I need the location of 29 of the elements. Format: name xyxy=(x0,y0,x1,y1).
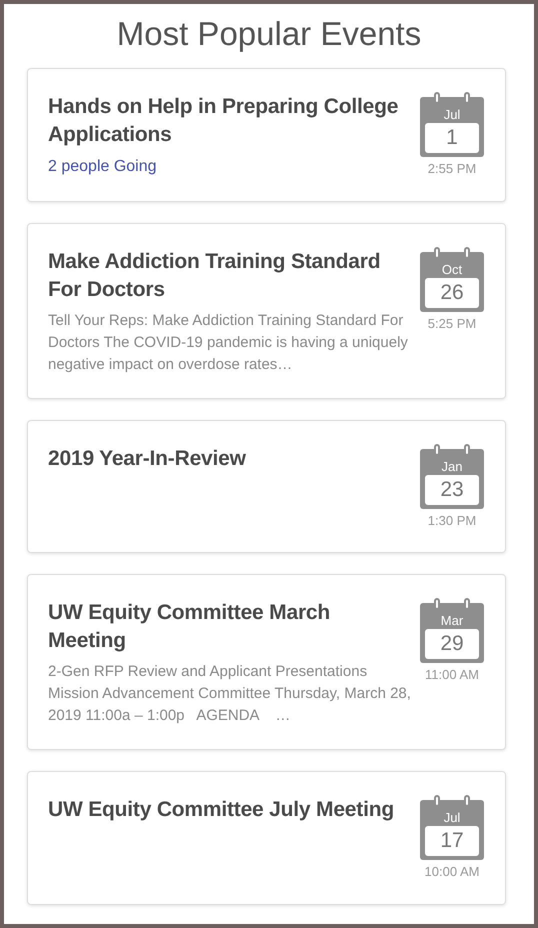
event-title: 2019 Year-In-Review xyxy=(48,446,247,472)
day-label: 23 xyxy=(425,474,479,505)
event-card[interactable]: Make Addiction Training Standard For Doctors Tell Your Reps: Make Addiction Training Standard For Doctors The COVID-19 pandemic is having a uniquely negative impact on overdose rates… Oct 26 5:25 PM xyxy=(27,222,506,399)
month-label: Mar xyxy=(440,613,464,628)
month-label: Oct xyxy=(442,262,462,277)
day-label: 1 xyxy=(425,122,479,153)
event-card[interactable]: 2019 Year-In-Review Jan 23 1:30 PM xyxy=(27,420,506,554)
event-title: UW Equity Committee March Meeting xyxy=(48,600,332,654)
month-label: Jul xyxy=(444,810,460,826)
event-description: Tell Your Reps: Make Addiction Training Standard For Doctors The COVID-19 pandemic is having a uniquely negative impact on overdose rates… xyxy=(48,310,409,375)
event-card[interactable]: UW Equity Committee July Meeting Jul 17 10:00 AM xyxy=(27,771,506,905)
event-title: Make Addiction Training Standard For Doctors xyxy=(48,248,382,303)
event-time: 10:00 AM xyxy=(424,863,480,882)
attendance-link[interactable]: 2 people Going xyxy=(48,154,157,179)
event-card[interactable]: UW Equity Committee March Meeting 2-Gen RFP Review and Applicant Presentations Mission Advancement Committee Thursday, March 28, 2019 11:00a – 1:00p AGENDA … Mar 29 11:00 AM xyxy=(27,574,506,750)
month-label: Jan xyxy=(442,458,462,474)
event-time: 11:00 AM xyxy=(425,666,479,684)
event-card[interactable]: Hands on Help in Preparing College Applications 2 people Going Jul 1 2:55 PM xyxy=(27,68,506,202)
event-time: 5:25 PM xyxy=(428,314,476,333)
event-time: 2:55 PM xyxy=(428,160,476,178)
event-time: 1:30 PM xyxy=(428,512,476,530)
event-description: 2-Gen RFP Review and Applicant Presentations Mission Advancement Committee Thursday, March 28, 2019 11:00a – 1:00p AGENDA … xyxy=(48,662,411,726)
day-label: 26 xyxy=(425,278,479,308)
event-title: Hands on Help in Preparing College Applications xyxy=(48,94,400,148)
month-label: Jul xyxy=(444,106,460,122)
day-label: 29 xyxy=(425,629,479,660)
page-heading: Most Popular Events xyxy=(116,14,422,54)
day-label: 17 xyxy=(425,826,479,856)
event-title: UW Equity Committee July Meeting xyxy=(48,797,395,824)
